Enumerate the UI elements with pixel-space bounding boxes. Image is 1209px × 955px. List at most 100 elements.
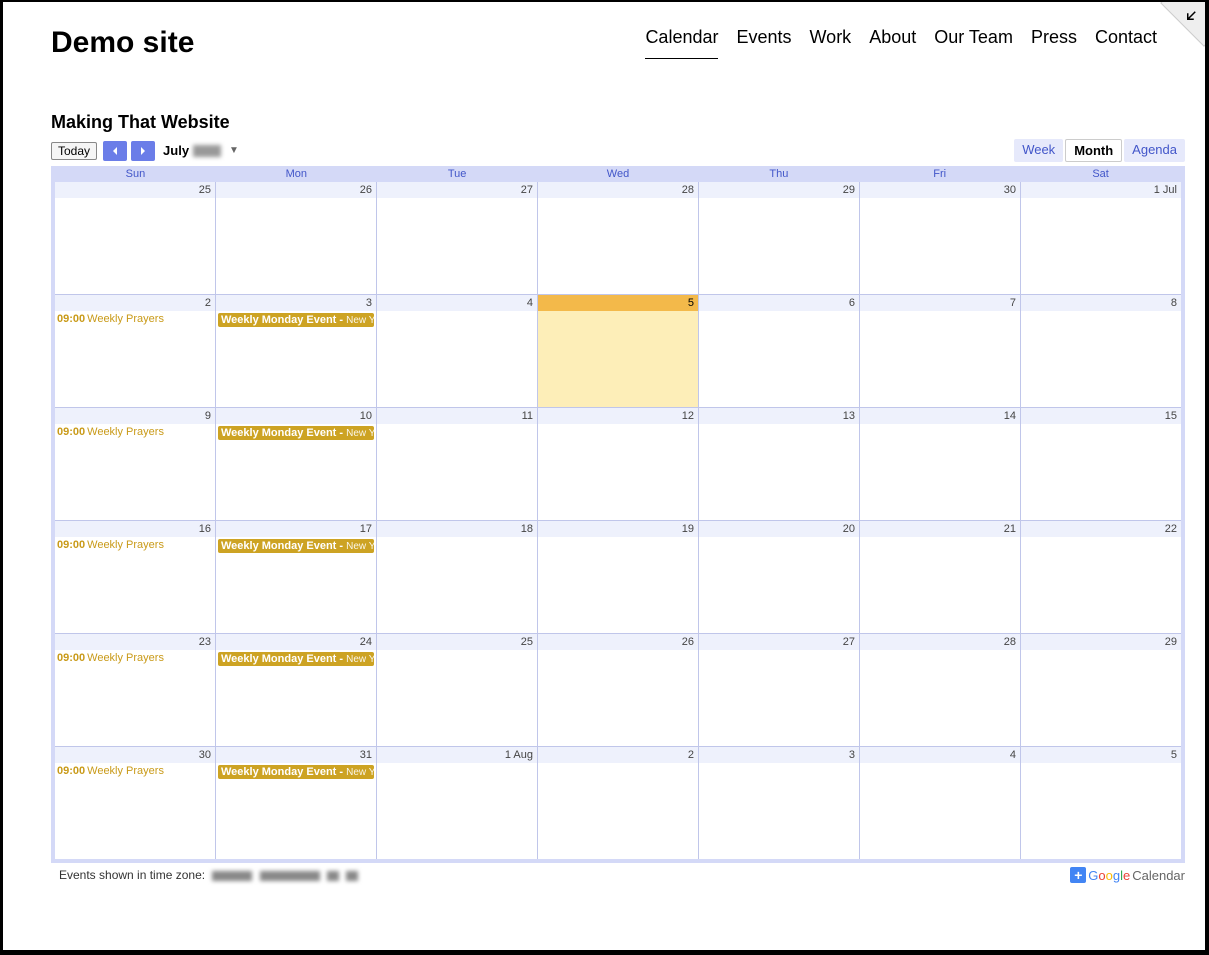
day-number: 28 <box>538 182 698 198</box>
calendar-cell[interactable]: 2 09:00Weekly Prayers <box>55 295 215 407</box>
nav-item-events[interactable]: Events <box>736 27 791 59</box>
day-number: 18 <box>377 521 537 537</box>
calendar-event[interactable]: 09:00Weekly Prayers <box>57 313 213 325</box>
day-number: 13 <box>699 408 859 424</box>
day-number: 27 <box>377 182 537 198</box>
calendar-cell[interactable]: 26 <box>538 634 698 746</box>
calendar-cell[interactable]: 29 <box>699 182 859 294</box>
today-button[interactable]: Today <box>51 142 97 160</box>
view-agenda-button[interactable]: Agenda <box>1124 139 1185 162</box>
calendar-cell[interactable]: 11 <box>377 408 537 520</box>
day-number: 9 <box>55 408 215 424</box>
plus-icon: + <box>1070 867 1086 883</box>
calendar-cell[interactable]: 25 <box>55 182 215 294</box>
calendar-cell[interactable]: 25 <box>377 634 537 746</box>
calendar-cell[interactable]: 28 <box>860 634 1020 746</box>
calendar-cell[interactable]: 4 <box>860 747 1020 859</box>
day-number: 31 <box>216 747 376 763</box>
calendar-cell[interactable]: 31 Weekly Monday Event - New Y <box>216 747 376 859</box>
calendar-event[interactable]: Weekly Monday Event - New Y <box>218 765 374 779</box>
day-number: 5 <box>1021 747 1181 763</box>
nav-item-our-team[interactable]: Our Team <box>934 27 1013 59</box>
calendar-cell[interactable]: 1 Aug <box>377 747 537 859</box>
google-calendar-link[interactable]: + Google Calendar <box>1070 867 1185 883</box>
calendar-cell[interactable]: 2 <box>538 747 698 859</box>
calendar-cell[interactable]: 12 <box>538 408 698 520</box>
day-number: 19 <box>538 521 698 537</box>
calendar-cell[interactable]: 7 <box>860 295 1020 407</box>
calendar-cell[interactable]: 29 <box>1021 634 1181 746</box>
calendar-cell[interactable]: 10 Weekly Monday Event - New Y <box>216 408 376 520</box>
day-number: 17 <box>216 521 376 537</box>
day-number: 25 <box>55 182 215 198</box>
month-dropdown-icon[interactable]: ▼ <box>229 145 239 156</box>
day-number: 5 <box>538 295 698 311</box>
day-number: 6 <box>699 295 859 311</box>
chevron-right-icon <box>138 146 148 156</box>
day-number: 30 <box>860 182 1020 198</box>
next-button[interactable] <box>131 141 155 161</box>
calendar-cell[interactable]: 18 <box>377 521 537 633</box>
collapse-corner[interactable] <box>1145 2 1205 62</box>
calendar-cell[interactable]: 4 <box>377 295 537 407</box>
nav-item-work[interactable]: Work <box>810 27 852 59</box>
nav-item-calendar[interactable]: Calendar <box>645 27 718 59</box>
redacted-text <box>212 871 252 881</box>
calendar-event[interactable]: Weekly Monday Event - New Y <box>218 426 374 440</box>
calendar-cell[interactable]: 22 <box>1021 521 1181 633</box>
day-header: Sun <box>55 166 216 182</box>
calendar-cell[interactable]: 19 <box>538 521 698 633</box>
calendar-event[interactable]: 09:00Weekly Prayers <box>57 426 213 438</box>
calendar-event[interactable]: 09:00Weekly Prayers <box>57 539 213 551</box>
calendar-cell[interactable]: 1 Jul <box>1021 182 1181 294</box>
calendar-cell[interactable]: 30 <box>860 182 1020 294</box>
day-number: 16 <box>55 521 215 537</box>
calendar-cell[interactable]: 15 <box>1021 408 1181 520</box>
day-number: 23 <box>55 634 215 650</box>
calendar-cell[interactable]: 5 <box>1021 747 1181 859</box>
day-number: 22 <box>1021 521 1181 537</box>
day-number: 2 <box>538 747 698 763</box>
day-number: 28 <box>860 634 1020 650</box>
day-header: Wed <box>538 166 699 182</box>
day-number: 2 <box>55 295 215 311</box>
day-number: 15 <box>1021 408 1181 424</box>
prev-button[interactable] <box>103 141 127 161</box>
calendar-cell[interactable]: 13 <box>699 408 859 520</box>
calendar-cell[interactable]: 26 <box>216 182 376 294</box>
calendar-cell[interactable]: 20 <box>699 521 859 633</box>
calendar-cell[interactable]: 3 <box>699 747 859 859</box>
view-week-button[interactable]: Week <box>1014 139 1063 162</box>
calendar-cell[interactable]: 21 <box>860 521 1020 633</box>
nav-item-press[interactable]: Press <box>1031 27 1077 59</box>
day-number: 10 <box>216 408 376 424</box>
calendar-cell[interactable]: 8 <box>1021 295 1181 407</box>
day-number: 8 <box>1021 295 1181 311</box>
calendar-cell[interactable]: 27 <box>377 182 537 294</box>
calendar-cell[interactable]: 6 <box>699 295 859 407</box>
calendar-cell[interactable]: 27 <box>699 634 859 746</box>
day-number: 3 <box>699 747 859 763</box>
calendar-cell[interactable]: 3Weekly Monday Event - New Y <box>216 295 376 407</box>
calendar-cell[interactable]: 5 <box>538 295 698 407</box>
calendar-cell[interactable]: 9 09:00Weekly Prayers <box>55 408 215 520</box>
calendar-cell[interactable]: 28 <box>538 182 698 294</box>
calendar-cell[interactable]: 17 Weekly Monday Event - New Y <box>216 521 376 633</box>
view-month-button[interactable]: Month <box>1065 139 1122 162</box>
calendar-cell[interactable]: 16 09:00Weekly Prayers <box>55 521 215 633</box>
day-number: 26 <box>216 182 376 198</box>
calendar-cell[interactable]: 14 <box>860 408 1020 520</box>
redacted-text <box>346 871 358 881</box>
calendar-event[interactable]: Weekly Monday Event - New Y <box>218 539 374 553</box>
calendar-cell[interactable]: 24Weekly Monday Event - New Y <box>216 634 376 746</box>
nav-item-about[interactable]: About <box>869 27 916 59</box>
day-headers: SunMonTueWedThuFriSat <box>55 166 1181 182</box>
calendar-cell[interactable]: 23 09:00Weekly Prayers <box>55 634 215 746</box>
calendar-event[interactable]: 09:00Weekly Prayers <box>57 652 213 664</box>
calendar-event[interactable]: Weekly Monday Event - New Y <box>218 313 374 327</box>
day-header: Sat <box>1020 166 1181 182</box>
day-header: Fri <box>859 166 1020 182</box>
calendar-event[interactable]: 09:00Weekly Prayers <box>57 765 213 777</box>
calendar-cell[interactable]: 3009:00Weekly Prayers <box>55 747 215 859</box>
calendar-event[interactable]: Weekly Monday Event - New Y <box>218 652 374 666</box>
